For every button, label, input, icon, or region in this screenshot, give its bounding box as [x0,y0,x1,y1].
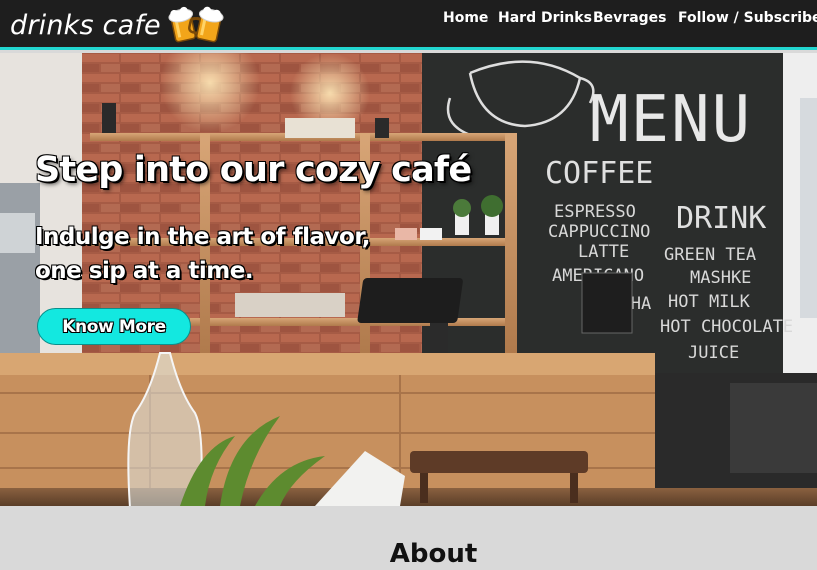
nav-links: Home Hard Drinks Bevrages Follow / Subsc… [0,0,817,47]
menu-drink-item: MASHKE [690,268,751,288]
about-heading: About [389,539,478,569]
menu-coffee-title: COFFEE [545,156,653,191]
hero-title: Step into our cozy café [35,150,472,190]
menu-drink-item: HOT MILK [668,292,751,312]
menu-drink-item: GREEN TEA [664,245,756,265]
nav-follow-subscribe-link[interactable]: Follow / Subscribe [678,10,817,26]
menu-drink-item: HOT CHOCOLATE [660,317,793,337]
hero-banner: MENU COFFEE DRINK ESPRESSO CAPPUCCINO LA… [0,53,817,506]
know-more-button[interactable]: Know More [37,308,191,345]
menu-coffee-item: CAPPUCCINO [548,222,650,242]
hero-subtitle: Indulge in the art of flavor, one sip at… [35,224,371,284]
nav-hard-drinks-link[interactable]: Hard Drinks [498,10,592,26]
menu-coffee-item: LATTE [578,242,629,262]
menu-drink-title: DRINK [676,201,766,236]
menu-coffee-item: ESPRESSO [554,202,636,222]
menu-drink-item: JUICE [688,343,739,363]
nav-beverages-link[interactable]: Bevrages [593,10,667,26]
top-navbar: drinks cafe Home Hard Drinks Bevrages Fo… [0,0,817,50]
about-section: About [0,506,817,570]
nav-home-link[interactable]: Home [443,10,488,26]
menu-heading: MENU [590,83,752,157]
